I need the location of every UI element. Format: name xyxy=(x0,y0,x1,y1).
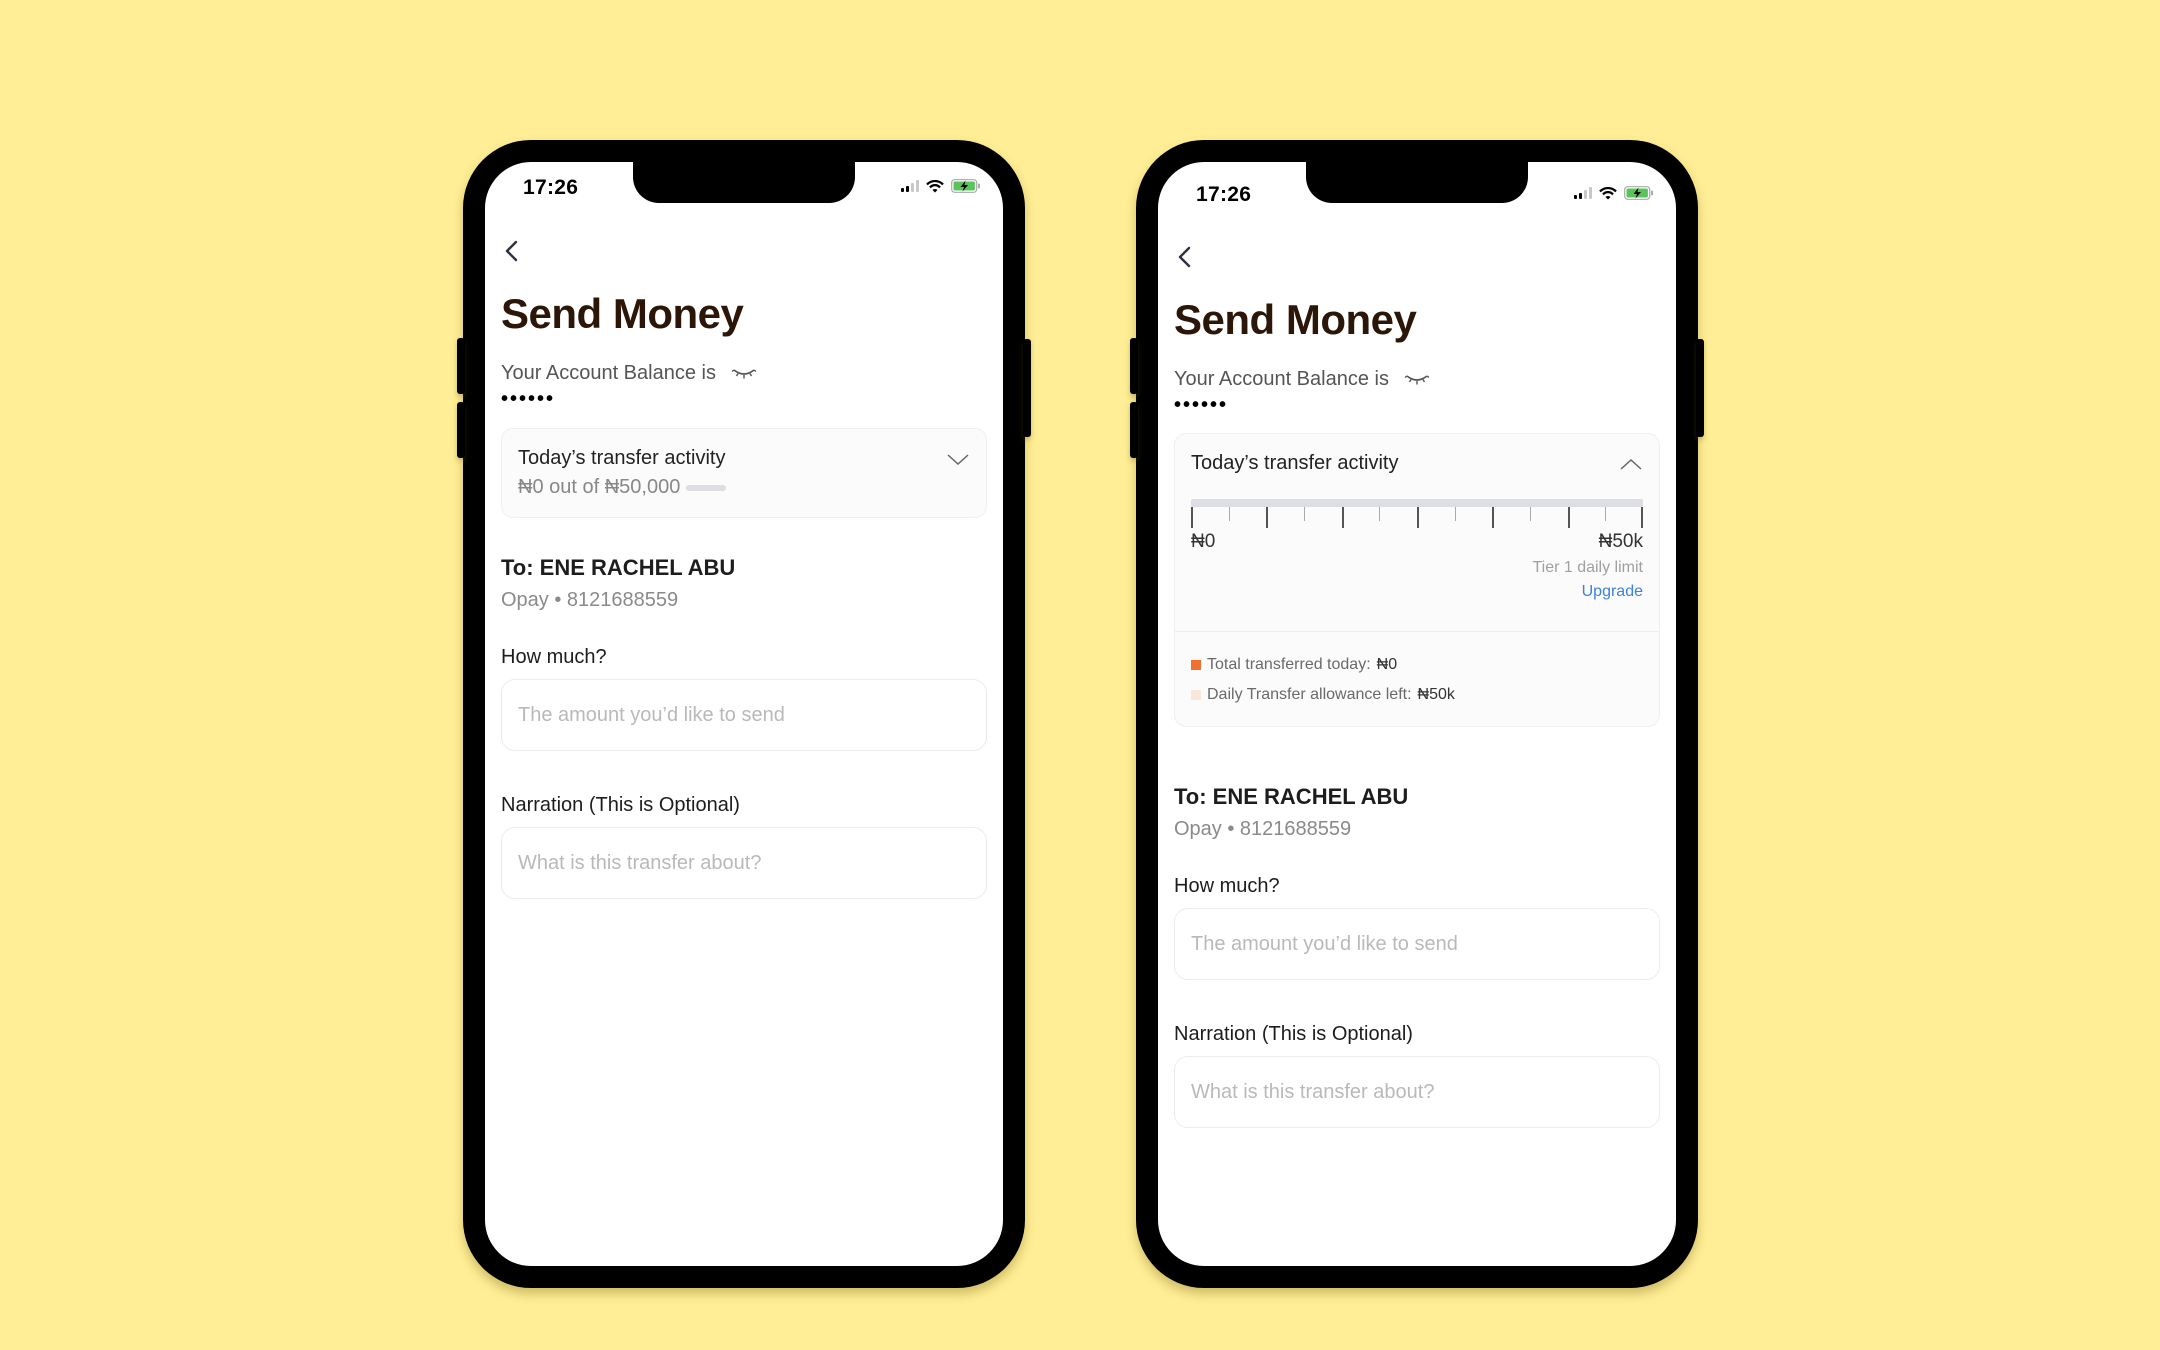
narration-label: Narration (This is Optional) xyxy=(501,794,740,816)
back-button[interactable] xyxy=(501,238,525,264)
status-icons xyxy=(901,179,981,193)
chevron-down-icon[interactable] xyxy=(946,451,970,467)
recipient-details: Opay • 8121688559 xyxy=(501,589,679,611)
meter-min-label: ₦0 xyxy=(1191,531,1216,552)
phone-collapsed: 17:26 Send Money Your Account Balance is… xyxy=(457,140,1031,1288)
chevron-up-icon[interactable] xyxy=(1619,456,1643,472)
meter-labels: ₦0 ₦50k xyxy=(1191,531,1643,553)
meter-max-label: ₦50k xyxy=(1598,531,1643,552)
legend-label: Total transferred today: xyxy=(1207,656,1371,673)
balance-label-row: Your Account Balance is xyxy=(1174,368,1431,391)
mini-progress-bar xyxy=(686,484,727,491)
page-title: Send Money xyxy=(1174,296,1417,343)
battery-charging-icon xyxy=(1624,186,1653,200)
meter-tick xyxy=(1341,507,1344,528)
notch xyxy=(1306,162,1528,203)
meter-tick xyxy=(1379,507,1381,521)
volume-up-button xyxy=(1130,338,1138,394)
transfer-activity-card: Today’s transfer activity ₦0 out of ₦50,… xyxy=(501,428,987,518)
page-title: Send Money xyxy=(501,290,744,337)
status-icons xyxy=(1574,186,1654,200)
volume-down-button xyxy=(457,402,465,458)
volume-down-button xyxy=(1130,402,1138,458)
meter-tick xyxy=(1191,507,1193,528)
amount-label: How much? xyxy=(1174,875,1280,897)
narration-input[interactable] xyxy=(1174,1056,1660,1128)
transfer-activity-title: Today’s transfer activity xyxy=(518,447,726,469)
amount-input[interactable] xyxy=(1174,908,1660,980)
meter-tick xyxy=(1605,507,1607,521)
amount-input[interactable] xyxy=(501,679,987,751)
meter-tick xyxy=(1454,507,1456,521)
legend-item-transferred: Total transferred today: ₦0 xyxy=(1191,650,1643,680)
balance-label-row: Your Account Balance is xyxy=(501,362,758,385)
legend-value: ₦0 xyxy=(1376,656,1398,673)
meter-tick xyxy=(1417,507,1419,528)
legend-item-allowance: Daily Transfer allowance left: ₦50k xyxy=(1191,680,1643,710)
narration-label: Narration (This is Optional) xyxy=(1174,1023,1413,1045)
meter-tick xyxy=(1266,507,1269,528)
meter-tick xyxy=(1567,507,1570,528)
battery-charging-icon xyxy=(951,179,980,193)
balance-label: Your Account Balance is xyxy=(501,362,716,384)
phone-screen: 17:26 Send Money Your Account Balance is… xyxy=(1158,162,1676,1266)
transfer-limit-meter xyxy=(1191,499,1643,529)
balance-label: Your Account Balance is xyxy=(1174,368,1389,390)
signal-icon xyxy=(1574,187,1592,199)
status-time: 17:26 xyxy=(523,176,579,199)
legend-swatch-allowance xyxy=(1191,690,1201,700)
amount-label: How much? xyxy=(501,646,607,668)
phone-screen: 17:26 Send Money Your Account Balance is… xyxy=(485,162,1003,1266)
transfer-activity-card: Today’s transfer activity ₦0 ₦50k Tier 1… xyxy=(1174,433,1660,727)
eye-closed-icon[interactable] xyxy=(1403,371,1431,389)
balance-value: •••••• xyxy=(1174,394,1229,416)
transfer-activity-title: Today’s transfer activity xyxy=(1191,452,1399,474)
tier-limit-label: Tier 1 daily limit xyxy=(1532,559,1643,576)
transfer-summary: ₦0 out of ₦50,000 xyxy=(518,476,681,498)
back-button[interactable] xyxy=(1174,244,1198,270)
volume-up-button xyxy=(457,338,465,394)
transfer-activity-toggle[interactable]: Today’s transfer activity ₦0 out of ₦50,… xyxy=(502,429,986,517)
status-time: 17:26 xyxy=(1196,183,1252,206)
meter-tick xyxy=(1530,507,1531,521)
legend-value: ₦50k xyxy=(1417,686,1455,703)
legend-swatch-transferred xyxy=(1191,660,1201,670)
recipient-name: To: ENE RACHEL ABU xyxy=(1174,784,1409,809)
recipient-details: Opay • 8121688559 xyxy=(1174,818,1352,840)
meter-track xyxy=(1191,499,1643,507)
transfer-summary-row: ₦0 out of ₦50,000 xyxy=(518,476,970,517)
notch xyxy=(633,162,855,203)
balance-value: •••••• xyxy=(501,388,556,410)
meter-tick xyxy=(1228,507,1230,521)
power-button xyxy=(1696,339,1704,437)
meter-tick xyxy=(1304,507,1305,521)
eye-closed-icon[interactable] xyxy=(730,365,758,383)
recipient-name: To: ENE RACHEL ABU xyxy=(501,555,736,580)
legend-label: Daily Transfer allowance left: xyxy=(1207,686,1412,703)
narration-input[interactable] xyxy=(501,827,987,899)
legend: Total transferred today: ₦0 Daily Transf… xyxy=(1175,632,1659,726)
power-button xyxy=(1023,339,1031,437)
transfer-activity-toggle[interactable]: Today’s transfer activity xyxy=(1175,434,1659,475)
signal-icon xyxy=(901,180,919,192)
meter-tick xyxy=(1492,507,1495,528)
phone-expanded: 17:26 Send Money Your Account Balance is… xyxy=(1130,140,1704,1288)
meter-tick xyxy=(1641,507,1643,528)
wifi-icon xyxy=(1599,186,1617,199)
wifi-icon xyxy=(926,179,944,192)
upgrade-link[interactable]: Upgrade xyxy=(1191,583,1643,601)
